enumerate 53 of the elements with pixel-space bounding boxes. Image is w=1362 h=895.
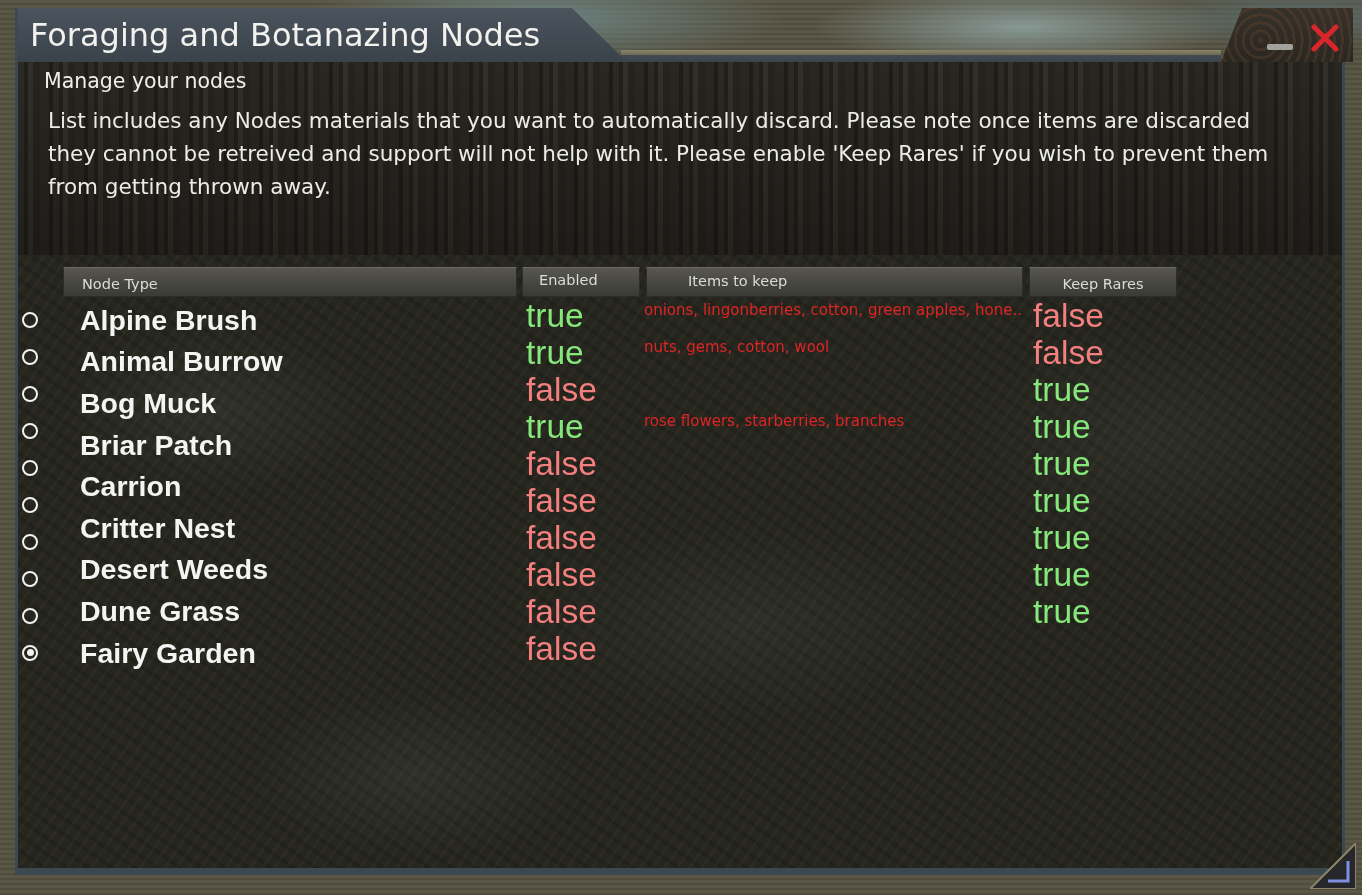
resize-grip-icon[interactable] xyxy=(1310,843,1356,889)
description-text: List includes any Nodes materials that you want to automatically discard. Please note once items are discarded they cannot be retreived and support will not help with it. Please enable 'Keep Rares' if you wish to prevent them from getting thrown away. xyxy=(48,107,1270,201)
radio-button[interactable] xyxy=(22,385,38,402)
node-name: Critter Nest xyxy=(80,510,236,545)
window-title: Foraging and Botanazing Nodes xyxy=(30,15,541,55)
node-name: Bog Muck xyxy=(80,386,217,420)
column-header[interactable]: Items to keep xyxy=(646,267,1023,297)
radio-button[interactable] xyxy=(22,496,38,513)
node-name: Fairy Garden xyxy=(80,635,256,670)
close-icon xyxy=(1311,24,1339,52)
keep-rares-value: true xyxy=(1033,593,1091,630)
radio-button[interactable] xyxy=(22,459,38,476)
keep-rares-value: true xyxy=(1033,371,1091,408)
radio-button[interactable] xyxy=(22,570,38,587)
radio-button[interactable] xyxy=(22,311,38,328)
close-button[interactable] xyxy=(1309,22,1341,54)
node-name: Carrion xyxy=(80,469,182,504)
radio-button[interactable] xyxy=(22,533,38,550)
items-to-keep-text: rose flowers, starberries, branches xyxy=(644,412,905,430)
radio-button[interactable] xyxy=(22,607,38,624)
keep-rares-value: true xyxy=(1033,445,1091,482)
radio-button[interactable] xyxy=(22,422,38,439)
enabled-value: false xyxy=(526,593,597,630)
column-header[interactable]: Node Type xyxy=(63,267,517,297)
minimize-icon xyxy=(1267,44,1293,50)
radio-button[interactable] xyxy=(22,644,38,661)
node-name: Dune Grass xyxy=(80,593,240,628)
keep-rares-value: false xyxy=(1033,297,1104,334)
keep-rares-value: true xyxy=(1033,482,1091,519)
column-header[interactable]: Keep Rares xyxy=(1029,267,1177,297)
enabled-value: true xyxy=(526,297,584,334)
node-name: Alpine Brush xyxy=(80,302,258,337)
node-name: Animal Burrow xyxy=(80,344,283,379)
enabled-value: false xyxy=(526,630,597,667)
enabled-value: false xyxy=(526,519,597,556)
keep-rares-value: false xyxy=(1033,334,1104,371)
enabled-value: false xyxy=(526,445,597,482)
radio-button[interactable] xyxy=(22,348,38,365)
items-to-keep-text: nuts, gems, cotton, wool xyxy=(644,338,830,356)
minimize-button[interactable] xyxy=(1265,42,1295,52)
node-name: Briar Patch xyxy=(80,427,233,462)
keep-rares-value: true xyxy=(1033,556,1091,593)
column-header[interactable]: Enabled xyxy=(522,267,640,297)
node-name: Desert Weeds xyxy=(80,552,268,587)
enabled-value: true xyxy=(526,408,584,445)
keep-rares-value: true xyxy=(1033,408,1091,445)
keep-rares-value: true xyxy=(1033,519,1091,556)
enabled-value: false xyxy=(526,482,597,519)
items-to-keep-text: onions, lingonberries, cotton, green apples, hone.. xyxy=(644,301,1022,319)
enabled-value: false xyxy=(526,556,597,593)
subtitle: Manage your nodes xyxy=(44,68,247,95)
enabled-value: true xyxy=(526,334,584,371)
enabled-value: false xyxy=(526,371,597,408)
